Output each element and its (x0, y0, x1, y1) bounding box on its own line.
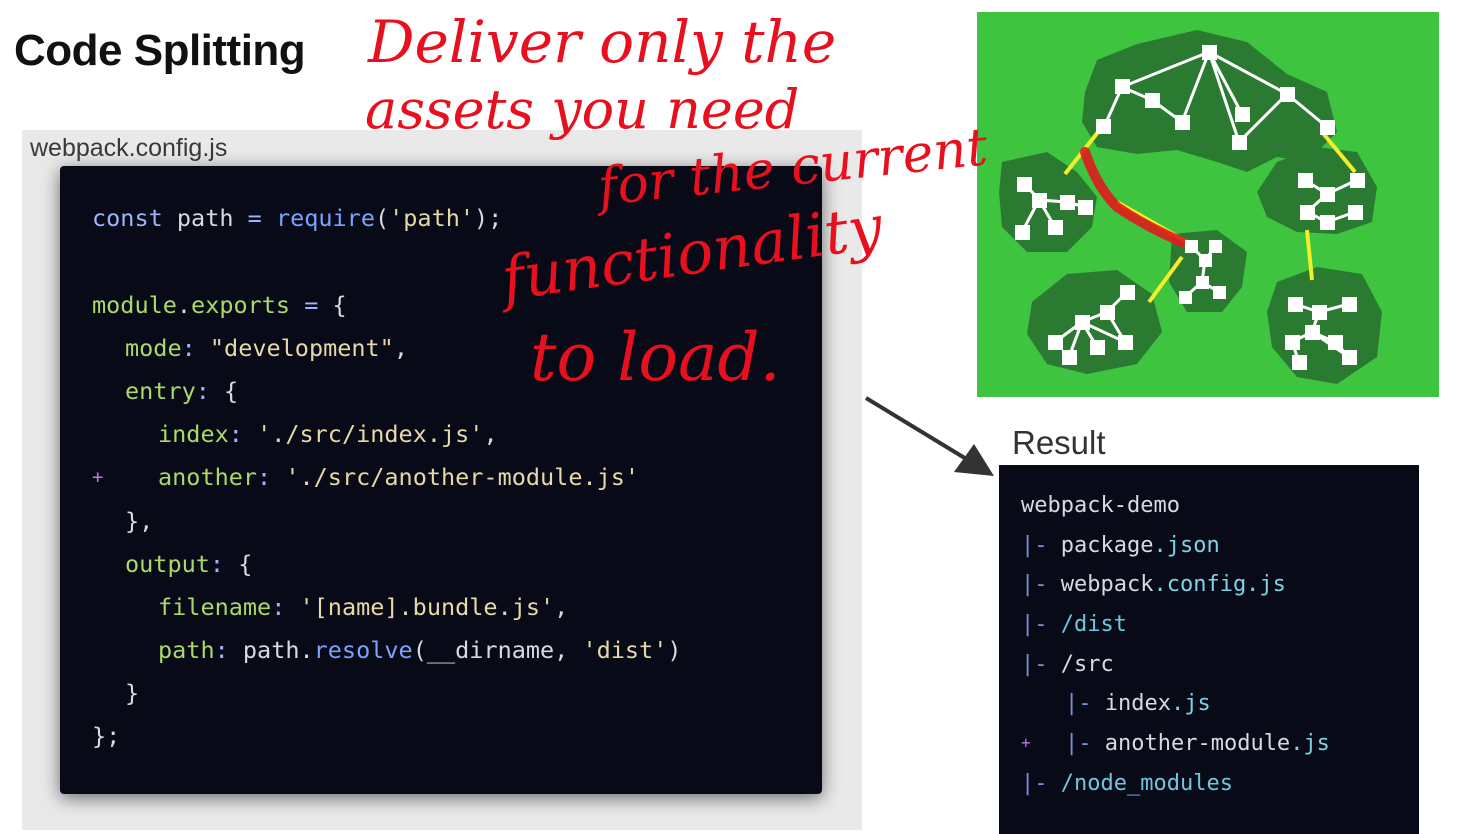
code-token: ( (374, 204, 390, 232)
code-line-8: output: { (125, 550, 252, 578)
tree-item-src: |- /src (1021, 652, 1114, 677)
result-title: Result (1012, 424, 1106, 461)
file-ext: .config.js (1153, 572, 1286, 597)
file-ext: .json (1153, 533, 1220, 558)
code-line-11: } (125, 679, 140, 707)
tree-item-index-js: |- index.js (1065, 691, 1211, 716)
code-token: filename (158, 593, 272, 621)
config-filename: webpack.config.js (30, 134, 228, 162)
tree-item-package-json: |- package.json (1021, 533, 1220, 558)
code-line-5: index: './src/index.js', (158, 420, 498, 448)
config-panel: webpack.config.js const path = require('… (22, 130, 862, 830)
code-line-9: filename: '[name].bundle.js', (158, 593, 568, 621)
code-token: (__dirname, (412, 636, 583, 664)
file-name: webpack (1060, 572, 1154, 597)
file-ext: .js (1290, 731, 1330, 756)
code-token: ); (474, 204, 503, 232)
tree-branch: |- (1021, 533, 1048, 558)
code-token: path (158, 636, 215, 664)
code-token: './src/index.js' (257, 420, 484, 448)
code-token: = (247, 204, 262, 232)
arrow-icon (864, 396, 994, 476)
code-token: 'path' (389, 204, 475, 232)
tree-branch: |- (1021, 612, 1048, 637)
code-token: const (92, 204, 163, 232)
code-token: { (318, 291, 347, 319)
module-graph-illustration (977, 12, 1439, 397)
plus-marker: + (92, 466, 104, 488)
tree-branch: |- (1021, 572, 1048, 597)
file-name: index (1104, 691, 1171, 716)
file-tree: webpack-demo |- package.json |- webpack.… (999, 465, 1419, 834)
tree-branch: |- (1065, 731, 1092, 756)
code-token: : (228, 420, 243, 448)
code-token: another (158, 463, 258, 491)
code-token: index (158, 420, 229, 448)
plus-marker: + (1021, 733, 1031, 752)
tree-item-webpack-config: |- webpack.config.js (1021, 572, 1286, 597)
code-token: path (162, 204, 248, 232)
slide-title: Code Splitting (14, 26, 306, 75)
code-line-7: }, (125, 507, 154, 535)
tree-branch: |- (1021, 652, 1048, 677)
folder-name: /src (1060, 652, 1114, 677)
code-line-12: }; (92, 722, 121, 750)
code-token: . (176, 291, 192, 319)
tree-item-another-module: |- another-module.js (1065, 731, 1330, 756)
code-line-4: entry: { (125, 377, 238, 405)
code-token: , (483, 420, 498, 448)
code-token: { (209, 377, 239, 405)
folder-name: /node_modules (1060, 771, 1233, 796)
tree-root: webpack-demo (1021, 493, 1180, 518)
file-ext: .js (1170, 691, 1211, 716)
code-token: : (271, 593, 286, 621)
annotation-line: Deliver only the (367, 8, 836, 76)
code-token: : (195, 377, 210, 405)
folder-name: /dist (1060, 612, 1127, 637)
code-token: , (554, 593, 569, 621)
added-line-marker: + (92, 463, 103, 488)
code-token: "development" (209, 334, 394, 362)
code-token: : (209, 550, 225, 578)
tree-item-dist: |- /dist (1021, 612, 1127, 637)
code-token: resolve (313, 636, 413, 664)
code-token: '[name].bundle.js' (299, 593, 555, 621)
code-line-6: another: './src/another-module.js' (158, 463, 639, 491)
code-line-1: const path = require('path'); (92, 204, 502, 232)
code-token: require (261, 204, 375, 232)
tree-item-node-modules: |- /node_modules (1021, 771, 1233, 796)
code-token: : (257, 463, 272, 491)
file-name: another-module (1104, 731, 1291, 756)
code-block: const path = require('path'); module.exp… (60, 166, 822, 794)
code-token: entry (125, 377, 196, 405)
tree-branch: |- (1065, 691, 1092, 716)
code-token: module (92, 291, 177, 319)
code-token: path. (228, 636, 314, 664)
file-name: package (1060, 533, 1154, 558)
code-token: mode (125, 334, 182, 362)
code-token: output (125, 550, 210, 578)
code-line-3: mode: "development", (125, 334, 408, 362)
code-token: : (181, 334, 196, 362)
code-token: { (224, 550, 253, 578)
code-token: , (393, 334, 408, 362)
code-line-2: module.exports = { (92, 291, 347, 319)
code-token: : (214, 636, 229, 664)
added-line-marker: + (1021, 733, 1031, 752)
tree-branch: |- (1021, 771, 1048, 796)
code-token: 'dist' (582, 636, 668, 664)
code-token: = (304, 291, 319, 319)
code-token: './src/another-module.js' (285, 463, 640, 491)
code-token: ) (667, 636, 682, 664)
code-line-10: path: path.resolve(__dirname, 'dist') (158, 636, 682, 664)
code-token: exports (191, 291, 291, 319)
